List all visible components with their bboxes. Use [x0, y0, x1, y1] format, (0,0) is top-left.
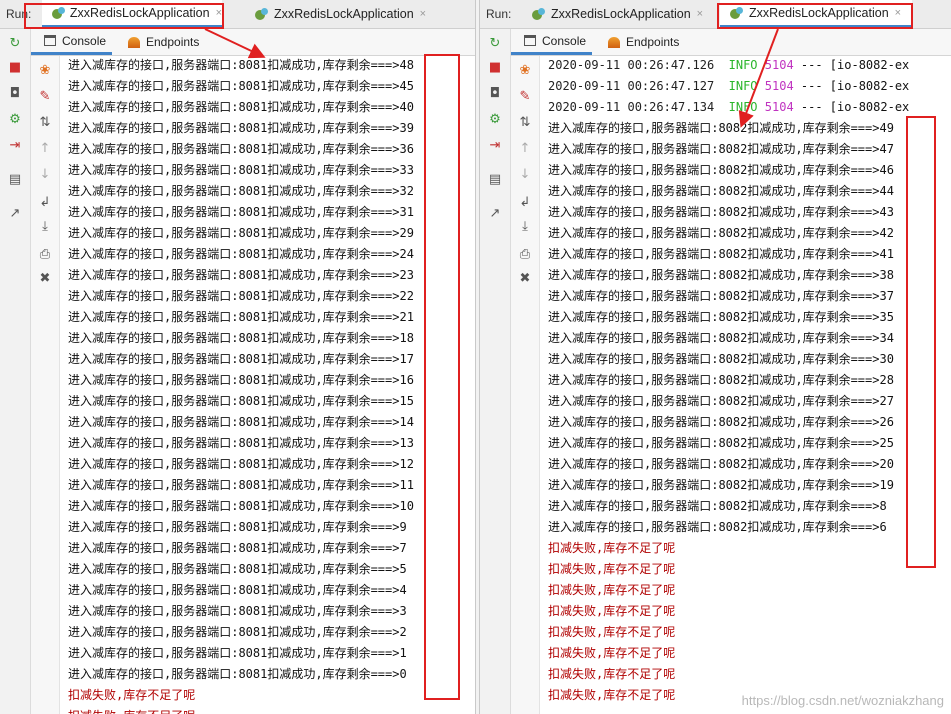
annotation-arrows [204, 28, 779, 128]
arrow-left-tab-to-console [204, 28, 266, 59]
arrow-right-tab-to-console [738, 28, 779, 128]
